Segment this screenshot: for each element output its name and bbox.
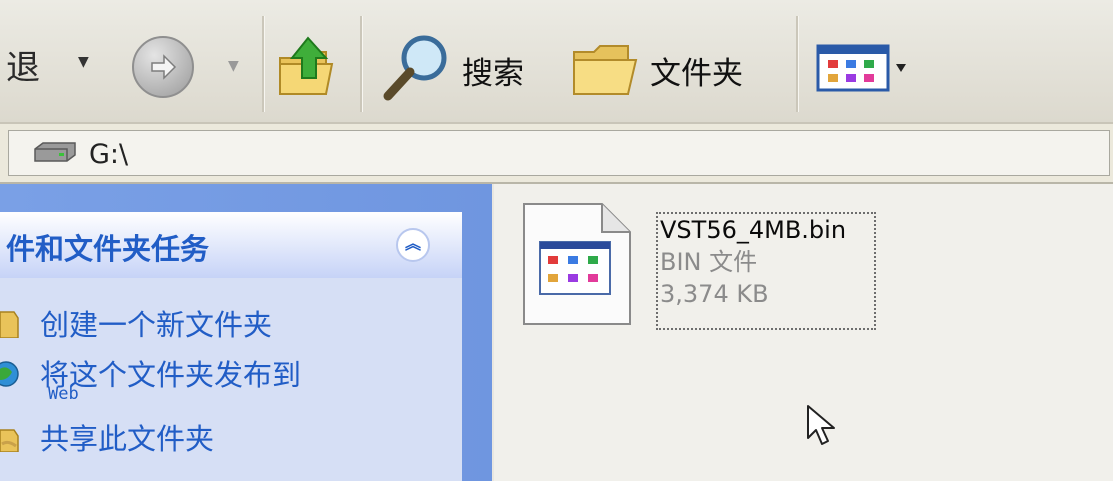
folders-button[interactable]: [570, 40, 640, 104]
address-path: G:\: [89, 139, 129, 170]
folders-button-label[interactable]: 文件夹: [650, 48, 743, 93]
file-size: 3,374 KB: [660, 280, 769, 308]
back-button-label[interactable]: 退: [6, 40, 40, 89]
file-name: VST56_4MB.bin: [660, 216, 847, 244]
task-panel-title: 件和文件夹任务: [6, 232, 210, 266]
address-bar: G:\: [0, 124, 1113, 184]
drive-icon: [34, 142, 76, 162]
bin-file-icon: [523, 203, 631, 325]
up-folder-icon: [279, 36, 334, 95]
task-new-folder-label: 创建一个新文件夹: [40, 308, 273, 342]
magnifier-search-icon: [383, 35, 447, 101]
new-folder-icon: [0, 311, 19, 338]
views-icon: [816, 44, 906, 92]
views-button[interactable]: [816, 44, 916, 96]
forward-dropdown-arrow-icon[interactable]: ▼: [228, 58, 239, 74]
forward-button[interactable]: [132, 36, 194, 98]
mouse-pointer-icon: [807, 405, 835, 445]
file-label-box: VST56_4MB.bin BIN 文件 3,374 KB: [656, 212, 876, 330]
task-share-folder-label: 共享此文件夹: [40, 422, 215, 456]
toolbar-separator: [262, 16, 265, 112]
collapse-chevron-icon[interactable]: ︽: [396, 228, 430, 262]
toolbar-separator: [796, 16, 799, 112]
file-item[interactable]: VST56_4MB.bin BIN 文件 3,374 KB: [522, 202, 876, 332]
task-panel-header[interactable]: 件和文件夹任务 ︽: [0, 212, 462, 278]
publish-web-icon: [0, 361, 19, 387]
toolbar: 退 ▼ ▼ 搜索 文件夹: [0, 0, 1113, 124]
folders-icon: [573, 45, 638, 95]
task-publish-web-sublabel[interactable]: Web: [48, 384, 79, 404]
back-dropdown-arrow-icon[interactable]: ▼: [78, 54, 89, 70]
share-folder-icon: [0, 429, 19, 452]
file-type: BIN 文件: [660, 248, 758, 276]
up-folder-button[interactable]: [276, 30, 342, 104]
task-publish-web-label: 将这个文件夹发布到: [40, 358, 302, 392]
search-button-label[interactable]: 搜索: [462, 48, 524, 93]
search-button[interactable]: [380, 28, 456, 108]
toolbar-separator: [360, 16, 363, 112]
forward-arrow-icon: [151, 54, 177, 80]
address-field[interactable]: G:\: [8, 130, 1110, 176]
